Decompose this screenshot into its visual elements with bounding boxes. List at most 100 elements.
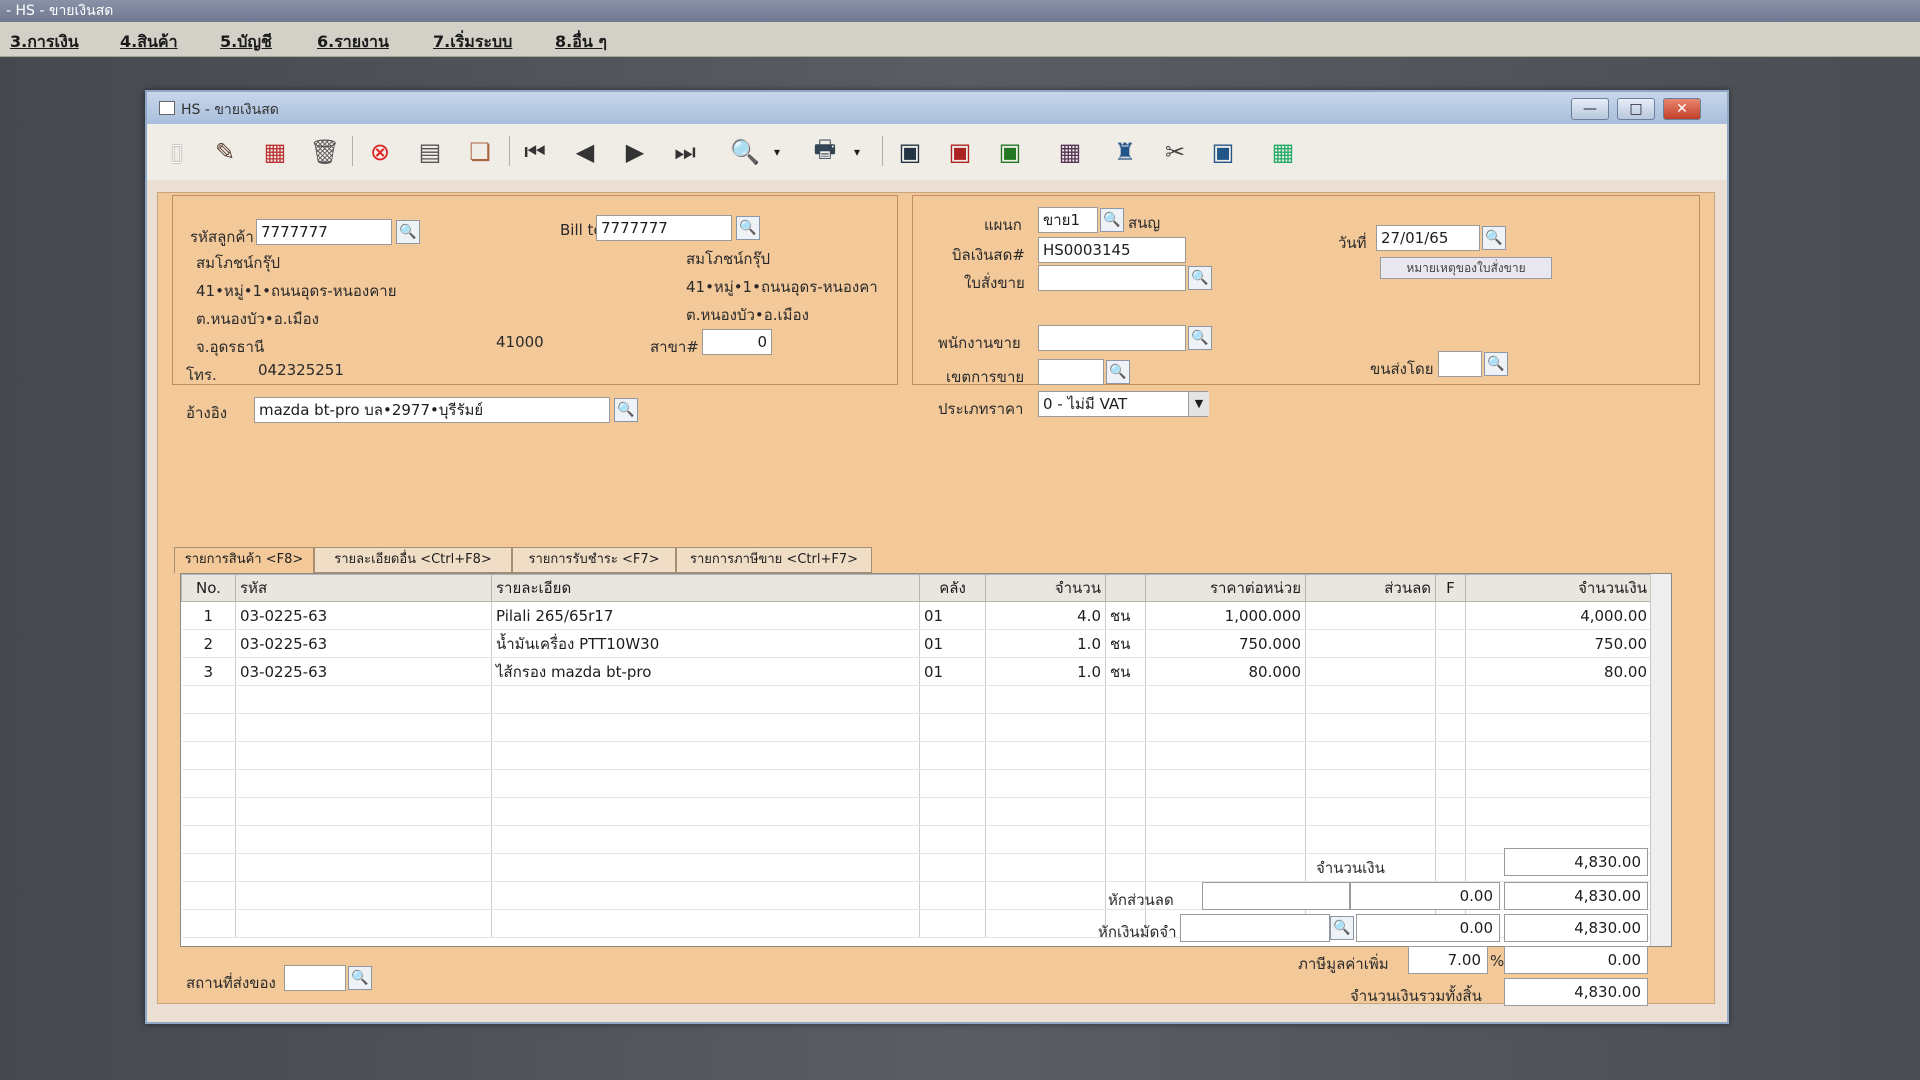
previous-record-icon[interactable]: ◀ [567, 134, 603, 170]
cell-quantity[interactable]: 4.0 [985, 601, 1106, 630]
vat-rate-input[interactable]: 7.00 [1408, 946, 1488, 974]
cell-unit-price[interactable]: 750.000 [1145, 629, 1306, 658]
col-unit[interactable] [1105, 574, 1146, 602]
cell-discount[interactable] [1305, 601, 1436, 630]
billto-search-icon[interactable]: 🔍 [736, 216, 760, 240]
cell-warehouse[interactable]: 01 [919, 629, 986, 658]
approve-icon[interactable]: ♜ [1107, 134, 1143, 170]
reference-input[interactable]: mazda bt-pro บล•2977•บุรีรัมย์ [254, 397, 610, 423]
tab-payments[interactable]: รายการรับชำระ <F7> [512, 547, 676, 573]
cell-description[interactable]: Pilali 265/65r17 [491, 601, 920, 630]
bill-number-input[interactable]: HS0003145 [1038, 237, 1186, 263]
void-icon[interactable]: ▦ [257, 134, 293, 170]
sales-area-search-icon[interactable]: 🔍 [1106, 360, 1130, 384]
print-dropdown-icon[interactable]: ▾ [839, 134, 875, 170]
report-icon[interactable]: ▣ [892, 134, 928, 170]
cell-unit-price[interactable]: 80.000 [1145, 657, 1306, 686]
menu-setup[interactable]: 7.เริ่มระบบ [433, 30, 512, 55]
sales-order-search-icon[interactable]: 🔍 [1188, 266, 1212, 290]
price-type-dropdown-icon[interactable]: ▼ [1188, 392, 1209, 416]
close-button[interactable]: ✕ [1663, 98, 1701, 120]
cell-quantity[interactable]: 1.0 [985, 657, 1106, 686]
table-row[interactable]: 2 03-0225-63 น้ำมันเครื่อง PTT10W30 01 1… [181, 629, 1652, 658]
menu-accounts[interactable]: 5.บัญชี [220, 30, 272, 55]
maximize-button[interactable]: □ [1617, 98, 1655, 120]
cell-code[interactable]: 03-0225-63 [235, 629, 492, 658]
menu-others[interactable]: 8.อื่น ๆ [555, 30, 607, 55]
delivery-place-input[interactable] [284, 965, 346, 991]
shipping-search-icon[interactable]: 🔍 [1484, 352, 1508, 376]
deposit-input[interactable] [1180, 914, 1330, 942]
table-row[interactable]: 1 03-0225-63 Pilali 265/65r17 01 4.0 ชน … [181, 601, 1652, 630]
receive-icon[interactable]: ▦ [1052, 134, 1088, 170]
discount-input[interactable] [1202, 882, 1350, 910]
sales-order-input[interactable] [1038, 265, 1186, 291]
order-note-button[interactable]: หมายเหตุของใบสั่งขาย [1380, 257, 1552, 279]
col-amount[interactable]: จำนวนเงิน [1465, 574, 1652, 602]
cell-code[interactable]: 03-0225-63 [235, 601, 492, 630]
shipping-input[interactable] [1438, 351, 1482, 377]
table-row[interactable]: 3 03-0225-63 ไส้กรอง mazda bt-pro 01 1.0… [181, 657, 1652, 686]
cell-discount[interactable] [1305, 657, 1436, 686]
minimize-button[interactable]: — [1571, 98, 1609, 120]
price-type-select[interactable]: 0 - ไม่มี VAT [1038, 391, 1208, 417]
col-unit-price[interactable]: ราคาต่อหน่วย [1145, 574, 1306, 602]
customer-search-icon[interactable]: 🔍 [396, 220, 420, 244]
col-code[interactable]: รหัส [235, 574, 492, 602]
cell-code[interactable]: 03-0225-63 [235, 657, 492, 686]
sales-area-input[interactable] [1038, 359, 1104, 385]
delete-icon[interactable]: 🗑 [307, 134, 343, 170]
find-icon[interactable]: 🔍 [727, 134, 763, 170]
cell-unit-price[interactable]: 1,000.000 [1145, 601, 1306, 630]
print-icon[interactable]: 🖶 [807, 134, 843, 170]
window-titlebar[interactable]: HS - ขายเงินสด — □ ✕ [147, 92, 1727, 124]
cell-discount[interactable] [1305, 629, 1436, 658]
last-record-icon[interactable]: ⏭ [667, 134, 703, 170]
copy-icon[interactable]: ❏ [462, 134, 498, 170]
customer-code-input[interactable]: 7777777 [256, 219, 392, 245]
delivery-place-search-icon[interactable]: 🔍 [348, 966, 372, 990]
calculator-icon[interactable]: ▦ [1265, 134, 1301, 170]
col-discount[interactable]: ส่วนลด [1305, 574, 1436, 602]
cell-warehouse[interactable]: 01 [919, 657, 986, 686]
cell-description[interactable]: ไส้กรอง mazda bt-pro [491, 657, 920, 686]
new-document-icon[interactable]: ▯ [159, 134, 195, 170]
col-warehouse[interactable]: คลัง [919, 574, 986, 602]
col-description[interactable]: รายละเอียด [491, 574, 920, 602]
deposit-search-icon[interactable]: 🔍 [1330, 916, 1354, 940]
edit-icon[interactable]: ✎ [207, 134, 243, 170]
col-no[interactable]: No. [181, 574, 236, 602]
reference-search-icon[interactable]: 🔍 [614, 398, 638, 422]
find-dropdown-icon[interactable]: ▾ [759, 134, 795, 170]
tools-icon[interactable]: ✂ [1157, 134, 1193, 170]
cash-icon[interactable]: ▣ [992, 134, 1028, 170]
department-search-icon[interactable]: 🔍 [1100, 208, 1124, 232]
billto-code-input[interactable]: 7777777 [596, 215, 732, 241]
cell-quantity[interactable]: 1.0 [985, 629, 1106, 658]
first-record-icon[interactable]: ⏮ [517, 134, 553, 170]
col-quantity[interactable]: จำนวน [985, 574, 1106, 602]
bill-number-label: บิลเงินสด# [952, 246, 1025, 264]
menu-products[interactable]: 4.สินค้า [120, 30, 178, 55]
save-icon[interactable]: ▤ [412, 134, 448, 170]
branch-input[interactable]: 0 [702, 329, 772, 355]
cell-description[interactable]: น้ำมันเครื่อง PTT10W30 [491, 629, 920, 658]
cancel-icon[interactable]: ⊗ [362, 134, 398, 170]
next-record-icon[interactable]: ▶ [617, 134, 653, 170]
ok-icon[interactable]: ▣ [1205, 134, 1241, 170]
menu-finance[interactable]: 3.การเงิน [10, 30, 79, 55]
app-title: - HS - ขายเงินสด [6, 3, 114, 19]
bill-icon[interactable]: ▣ [942, 134, 978, 170]
date-input[interactable]: 27/01/65 [1376, 225, 1480, 251]
date-picker-icon[interactable]: 🔍 [1482, 226, 1506, 250]
tab-other-details[interactable]: รายละเอียดอื่น <Ctrl+F8> [314, 547, 512, 573]
tab-items[interactable]: รายการสินค้า <F8> [174, 547, 314, 573]
col-flag[interactable]: F [1435, 574, 1466, 602]
cell-warehouse[interactable]: 01 [919, 601, 986, 630]
after-discount-value: 4,830.00 [1504, 882, 1648, 910]
salesperson-input[interactable] [1038, 325, 1186, 351]
salesperson-search-icon[interactable]: 🔍 [1188, 326, 1212, 350]
department-input[interactable]: ขาย1 [1038, 207, 1098, 233]
menu-reports[interactable]: 6.รายงาน [317, 30, 389, 55]
tab-sales-tax[interactable]: รายการภาษีขาย <Ctrl+F7> [676, 547, 872, 573]
